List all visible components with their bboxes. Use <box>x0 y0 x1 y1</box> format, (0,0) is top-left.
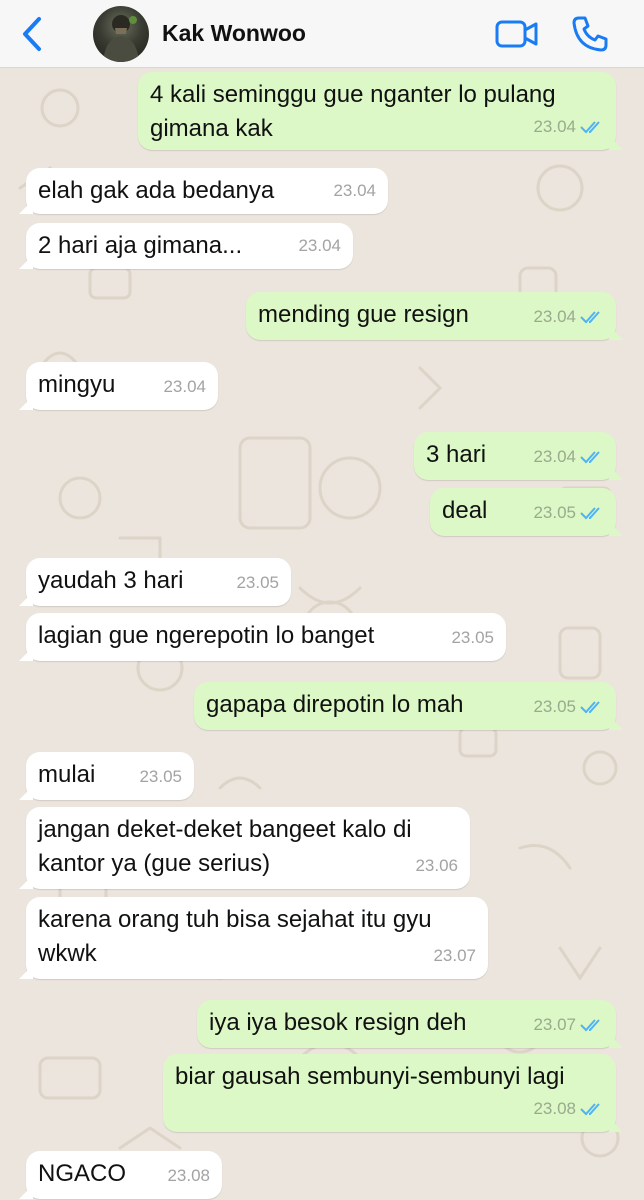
chevron-left-icon <box>23 17 41 51</box>
message-incoming[interactable]: NGACO 23.08 <box>26 1151 222 1199</box>
message-time: 23.05 <box>533 503 576 522</box>
message-time: 23.04 <box>333 181 376 200</box>
contact-name[interactable]: Kak Wonwoo <box>162 20 306 47</box>
message-text: karena orang tuh bisa sejahat itu gyu wk… <box>38 906 432 967</box>
double-check-icon <box>580 701 600 714</box>
message-outgoing[interactable]: gapapa direpotin lo mah 23.05 <box>194 682 616 730</box>
message-outgoing[interactable]: biar gausah sembunyi-sembunyi lagi 23.08 <box>163 1054 616 1132</box>
message-outgoing[interactable]: deal 23.05 <box>430 488 616 536</box>
message-incoming[interactable]: jangan deket-deket bangeet kalo di kanto… <box>26 807 470 889</box>
message-incoming[interactable]: elah gak ada bedanya 23.04 <box>26 168 388 214</box>
message-outgoing[interactable]: 4 kali seminggu gue nganter lo pulang gi… <box>138 72 616 150</box>
message-time: 23.04 <box>533 447 576 466</box>
avatar[interactable] <box>93 6 149 62</box>
message-time: 23.05 <box>533 697 576 716</box>
double-check-icon <box>580 507 600 520</box>
message-time: 23.04 <box>298 236 341 255</box>
message-incoming[interactable]: yaudah 3 hari 23.05 <box>26 558 291 606</box>
message-time: 23.06 <box>415 856 458 875</box>
message-time: 23.04 <box>533 117 576 136</box>
voice-call-button[interactable] <box>570 14 610 54</box>
message-incoming[interactable]: mingyu 23.04 <box>26 362 218 410</box>
double-check-icon <box>580 1103 600 1116</box>
message-text: jangan deket-deket bangeet kalo di kanto… <box>38 816 412 877</box>
message-outgoing[interactable]: mending gue resign 23.04 <box>246 292 616 340</box>
message-time: 23.07 <box>433 946 476 965</box>
message-time: 23.05 <box>236 573 279 592</box>
message-incoming[interactable]: 2 hari aja gimana... 23.04 <box>26 223 353 269</box>
message-text: 2 hari aja gimana... <box>38 232 243 259</box>
double-check-icon <box>580 311 600 324</box>
message-outgoing[interactable]: iya iya besok resign deh 23.07 <box>197 1000 616 1048</box>
chat-header: Kak Wonwoo <box>0 0 644 68</box>
message-time: 23.05 <box>451 628 494 647</box>
video-camera-icon <box>495 20 538 48</box>
message-time: 23.08 <box>167 1166 210 1185</box>
message-incoming[interactable]: mulai 23.05 <box>26 752 194 800</box>
message-outgoing[interactable]: 3 hari 23.04 <box>414 432 616 480</box>
double-check-icon <box>580 121 600 134</box>
message-text: biar gausah sembunyi-sembunyi lagi <box>175 1063 565 1090</box>
video-call-button[interactable] <box>494 16 540 52</box>
message-time: 23.04 <box>533 307 576 326</box>
message-incoming[interactable]: karena orang tuh bisa sejahat itu gyu wk… <box>26 897 488 979</box>
message-time: 23.07 <box>533 1015 576 1034</box>
message-incoming[interactable]: lagian gue ngerepotin lo banget 23.05 <box>26 613 506 661</box>
back-button[interactable] <box>14 14 50 54</box>
double-check-icon <box>580 451 600 464</box>
phone-icon <box>572 16 608 52</box>
message-time: 23.04 <box>163 377 206 396</box>
message-text: elah gak ada bedanya <box>38 177 275 204</box>
chat-area[interactable]: 4 kali seminggu gue nganter lo pulang gi… <box>0 68 644 1200</box>
message-time: 23.05 <box>139 767 182 786</box>
message-time: 23.08 <box>533 1099 576 1118</box>
double-check-icon <box>580 1019 600 1032</box>
message-text: lagian gue ngerepotin lo banget <box>38 622 375 649</box>
